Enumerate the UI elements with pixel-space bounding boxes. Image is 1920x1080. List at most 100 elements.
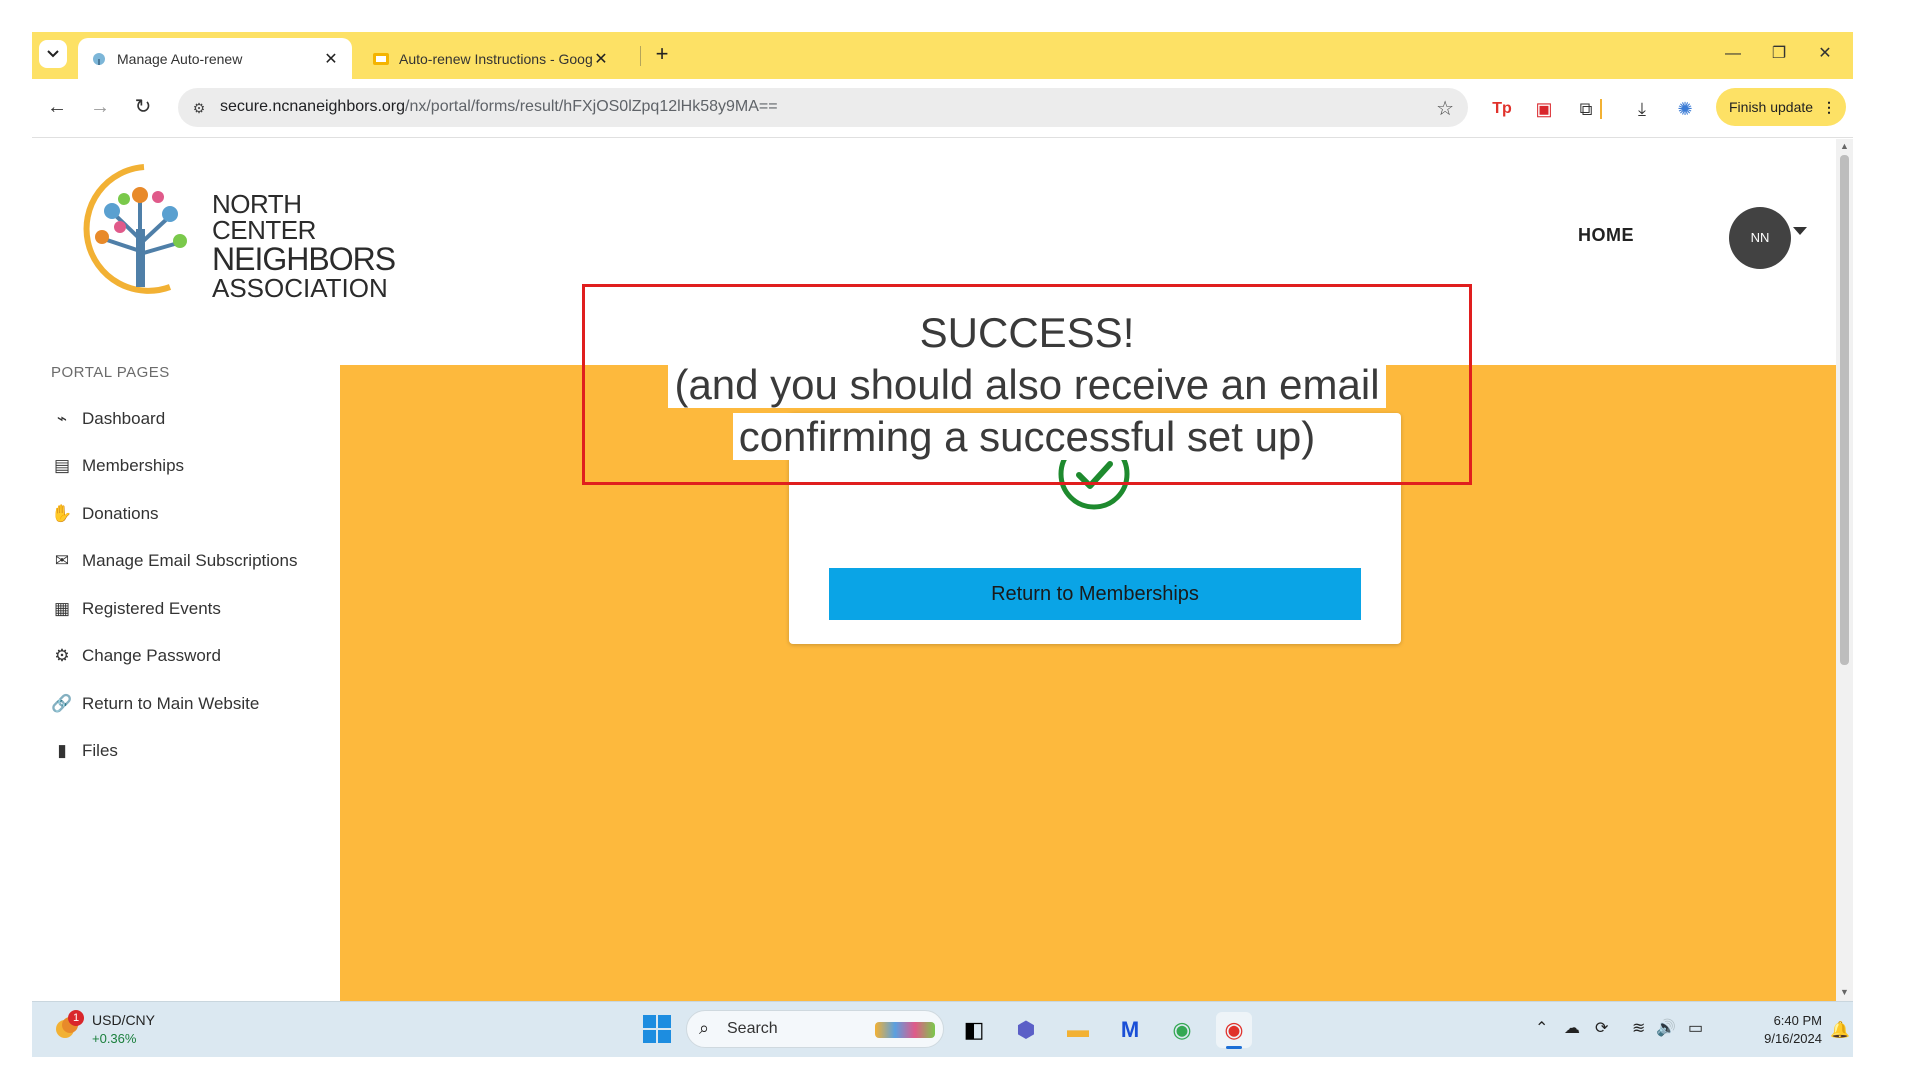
close-window-button[interactable]: ✕ [1805, 40, 1845, 68]
windows-taskbar: 1 USD/CNY +0.36% ⌕ Search ◧ ⬢ ▬ M ◉ ◉ ⌃ … [32, 1001, 1853, 1057]
clock-time: 6:40 PM [1773, 1013, 1822, 1028]
search-highlight-icon [875, 1022, 935, 1038]
sidebar-item-label: Files [82, 741, 118, 760]
user-gear-icon: ⚙ [54, 646, 70, 665]
active-app-indicator [1226, 1046, 1242, 1049]
annotation-line-text: confirming a successful set up) [732, 413, 1322, 460]
calendar-check-icon: ▦ [53, 599, 71, 618]
close-tab-icon[interactable]: ✕ [592, 49, 610, 69]
annotation-line-text: (and you should also receive an email [668, 361, 1386, 408]
finish-update-button[interactable]: Finish update ⋮ [1716, 88, 1846, 126]
page-viewport: NORTH CENTER NEIGHBORS ASSOCIATION HOME … [32, 139, 1836, 1001]
forward-button[interactable]: → [84, 91, 116, 123]
sidebar: PORTAL PAGES ⌁ Dashboard ▤ Memberships ✋… [32, 299, 340, 1001]
sidebar-item-email-subscriptions[interactable]: ✉ Manage Email Subscriptions [50, 546, 298, 576]
restore-button[interactable]: ❐ [1759, 40, 1799, 68]
scrollbar-thumb[interactable] [1840, 155, 1849, 665]
tp-extension-icon[interactable]: Tp [1488, 95, 1516, 123]
success-annotation-box: SUCCESS! (and you should also receive an… [582, 284, 1472, 485]
sidebar-item-dashboard[interactable]: ⌁ Dashboard [50, 404, 165, 434]
logo-line: ASSOCIATION [212, 273, 388, 303]
sidebar-item-donations[interactable]: ✋ Donations [50, 499, 158, 529]
bookmark-star-icon[interactable]: ☆ [1436, 96, 1454, 121]
minimize-button[interactable]: — [1713, 40, 1753, 68]
tab-separator [640, 46, 641, 66]
caret-down-icon[interactable] [1793, 227, 1807, 235]
battery-icon[interactable]: ▭ [1688, 1018, 1703, 1038]
sidebar-item-registered-events[interactable]: ▦ Registered Events [50, 594, 221, 624]
toolbar-divider [1600, 99, 1602, 119]
tab-auto-renew-instructions[interactable]: Auto-renew Instructions - Goog ✕ [360, 38, 622, 79]
tree-logo-icon [83, 164, 187, 294]
url-path: /nx/portal/forms/result/hFXjOS0lZpq12lHk… [405, 98, 778, 115]
download-icon[interactable]: ⤓ [1628, 95, 1656, 123]
id-card-icon: ▤ [53, 456, 71, 475]
scroll-down-icon[interactable]: ▼ [1840, 987, 1849, 997]
sidebar-item-label: Memberships [82, 456, 185, 475]
scroll-up-icon[interactable]: ▲ [1840, 141, 1849, 151]
finish-update-label: Finish update [1729, 99, 1814, 115]
reload-button[interactable]: ↻ [127, 91, 159, 123]
new-tab-button[interactable]: + [646, 39, 678, 71]
sidebar-item-label: Manage Email Subscriptions [82, 551, 298, 570]
widget-change: +0.36% [92, 1031, 137, 1046]
site-info-icon[interactable]: ⚙ [188, 97, 210, 119]
system-clock[interactable]: 6:40 PM 9/16/2024 [1748, 1012, 1822, 1048]
tree-favicon-icon [93, 52, 105, 65]
envelope-icon: ✉ [54, 551, 70, 570]
malwarebytes-icon[interactable]: M [1112, 1012, 1148, 1048]
ncna-logo[interactable]: NORTH CENTER NEIGHBORS ASSOCIATION [74, 159, 404, 309]
logo-line: NORTH CENTER [212, 189, 316, 245]
onedrive-icon[interactable]: ☁ [1564, 1018, 1580, 1038]
sidebar-heading: PORTAL PAGES [51, 364, 170, 381]
page-scrollbar[interactable]: ▲ ▼ [1836, 139, 1853, 1001]
url-text[interactable]: secure.ncnaneighbors.org/nx/portal/forms… [220, 98, 778, 116]
return-to-memberships-button[interactable]: Return to Memberships [829, 568, 1361, 620]
link-icon: 🔗 [51, 694, 73, 713]
annotation-line: confirming a successful set up) [585, 411, 1469, 463]
sidebar-item-label: Registered Events [82, 599, 221, 618]
more-menu-icon[interactable]: ⋮ [1822, 88, 1836, 126]
user-avatar[interactable]: NN [1729, 207, 1791, 269]
sync-icon[interactable]: ⟳ [1595, 1018, 1608, 1038]
notification-badge: 1 [68, 1010, 84, 1026]
tab-manage-auto-renew[interactable]: Manage Auto-renew ✕ [78, 38, 352, 79]
browser-toolbar: ← → ↻ ⚙ secure.ncnaneighbors.org/nx/port… [32, 79, 1853, 138]
browser-window: Manage Auto-renew ✕ Auto-renew Instructi… [32, 32, 1853, 1057]
annotation-line-text: SUCCESS! [913, 309, 1141, 356]
sidebar-item-memberships[interactable]: ▤ Memberships [50, 451, 184, 481]
chrome-icon[interactable]: ◉ [1164, 1012, 1200, 1048]
notification-bell-icon[interactable]: 🔔 [1830, 1020, 1850, 1040]
task-view-icon[interactable]: ◧ [956, 1012, 992, 1048]
teams-icon[interactable]: ⬢ [1008, 1012, 1044, 1048]
wifi-icon[interactable]: ≋ [1632, 1018, 1645, 1038]
pulse-icon: ⌁ [56, 409, 68, 428]
search-placeholder: Search [727, 1020, 778, 1037]
clock-date: 9/16/2024 [1764, 1031, 1822, 1046]
sidebar-item-label: Return to Main Website [82, 694, 260, 713]
tab-title: Auto-renew Instructions - Goog [399, 50, 592, 67]
sidebar-item-change-password[interactable]: ⚙ Change Password [50, 641, 221, 671]
volume-icon[interactable]: 🔊 [1656, 1018, 1676, 1038]
currency-widget[interactable]: 1 USD/CNY +0.36% [50, 1010, 190, 1050]
back-button[interactable]: ← [41, 91, 73, 123]
file-explorer-icon[interactable]: ▬ [1060, 1012, 1096, 1048]
slides-favicon-icon [373, 52, 389, 65]
nav-home-link[interactable]: HOME [1578, 225, 1634, 246]
profile-extension-icon[interactable]: ✺ [1671, 95, 1699, 123]
address-bar[interactable]: ⚙ secure.ncnaneighbors.org/nx/portal/for… [178, 88, 1468, 127]
tab-search-button[interactable] [39, 40, 67, 68]
close-tab-icon[interactable]: ✕ [322, 49, 340, 69]
chevron-down-icon [47, 50, 59, 58]
chrome-profile-icon[interactable]: ◉ [1216, 1012, 1252, 1049]
windows-start-icon[interactable] [642, 1014, 672, 1044]
url-host: secure.ncnaneighbors.org [220, 98, 406, 115]
taskbar-search-input[interactable]: ⌕ Search [686, 1010, 944, 1048]
sidebar-item-files[interactable]: ▮ Files [50, 736, 118, 766]
search-icon: ⌕ [699, 1018, 710, 1038]
tray-overflow-icon[interactable]: ⌃ [1535, 1018, 1548, 1038]
calendar-extension-icon[interactable]: ▣ [1530, 95, 1558, 123]
sidebar-item-main-website[interactable]: 🔗 Return to Main Website [50, 689, 259, 719]
extensions-puzzle-icon[interactable]: ⧉ [1572, 95, 1600, 123]
tab-strip: Manage Auto-renew ✕ Auto-renew Instructi… [32, 32, 1853, 79]
